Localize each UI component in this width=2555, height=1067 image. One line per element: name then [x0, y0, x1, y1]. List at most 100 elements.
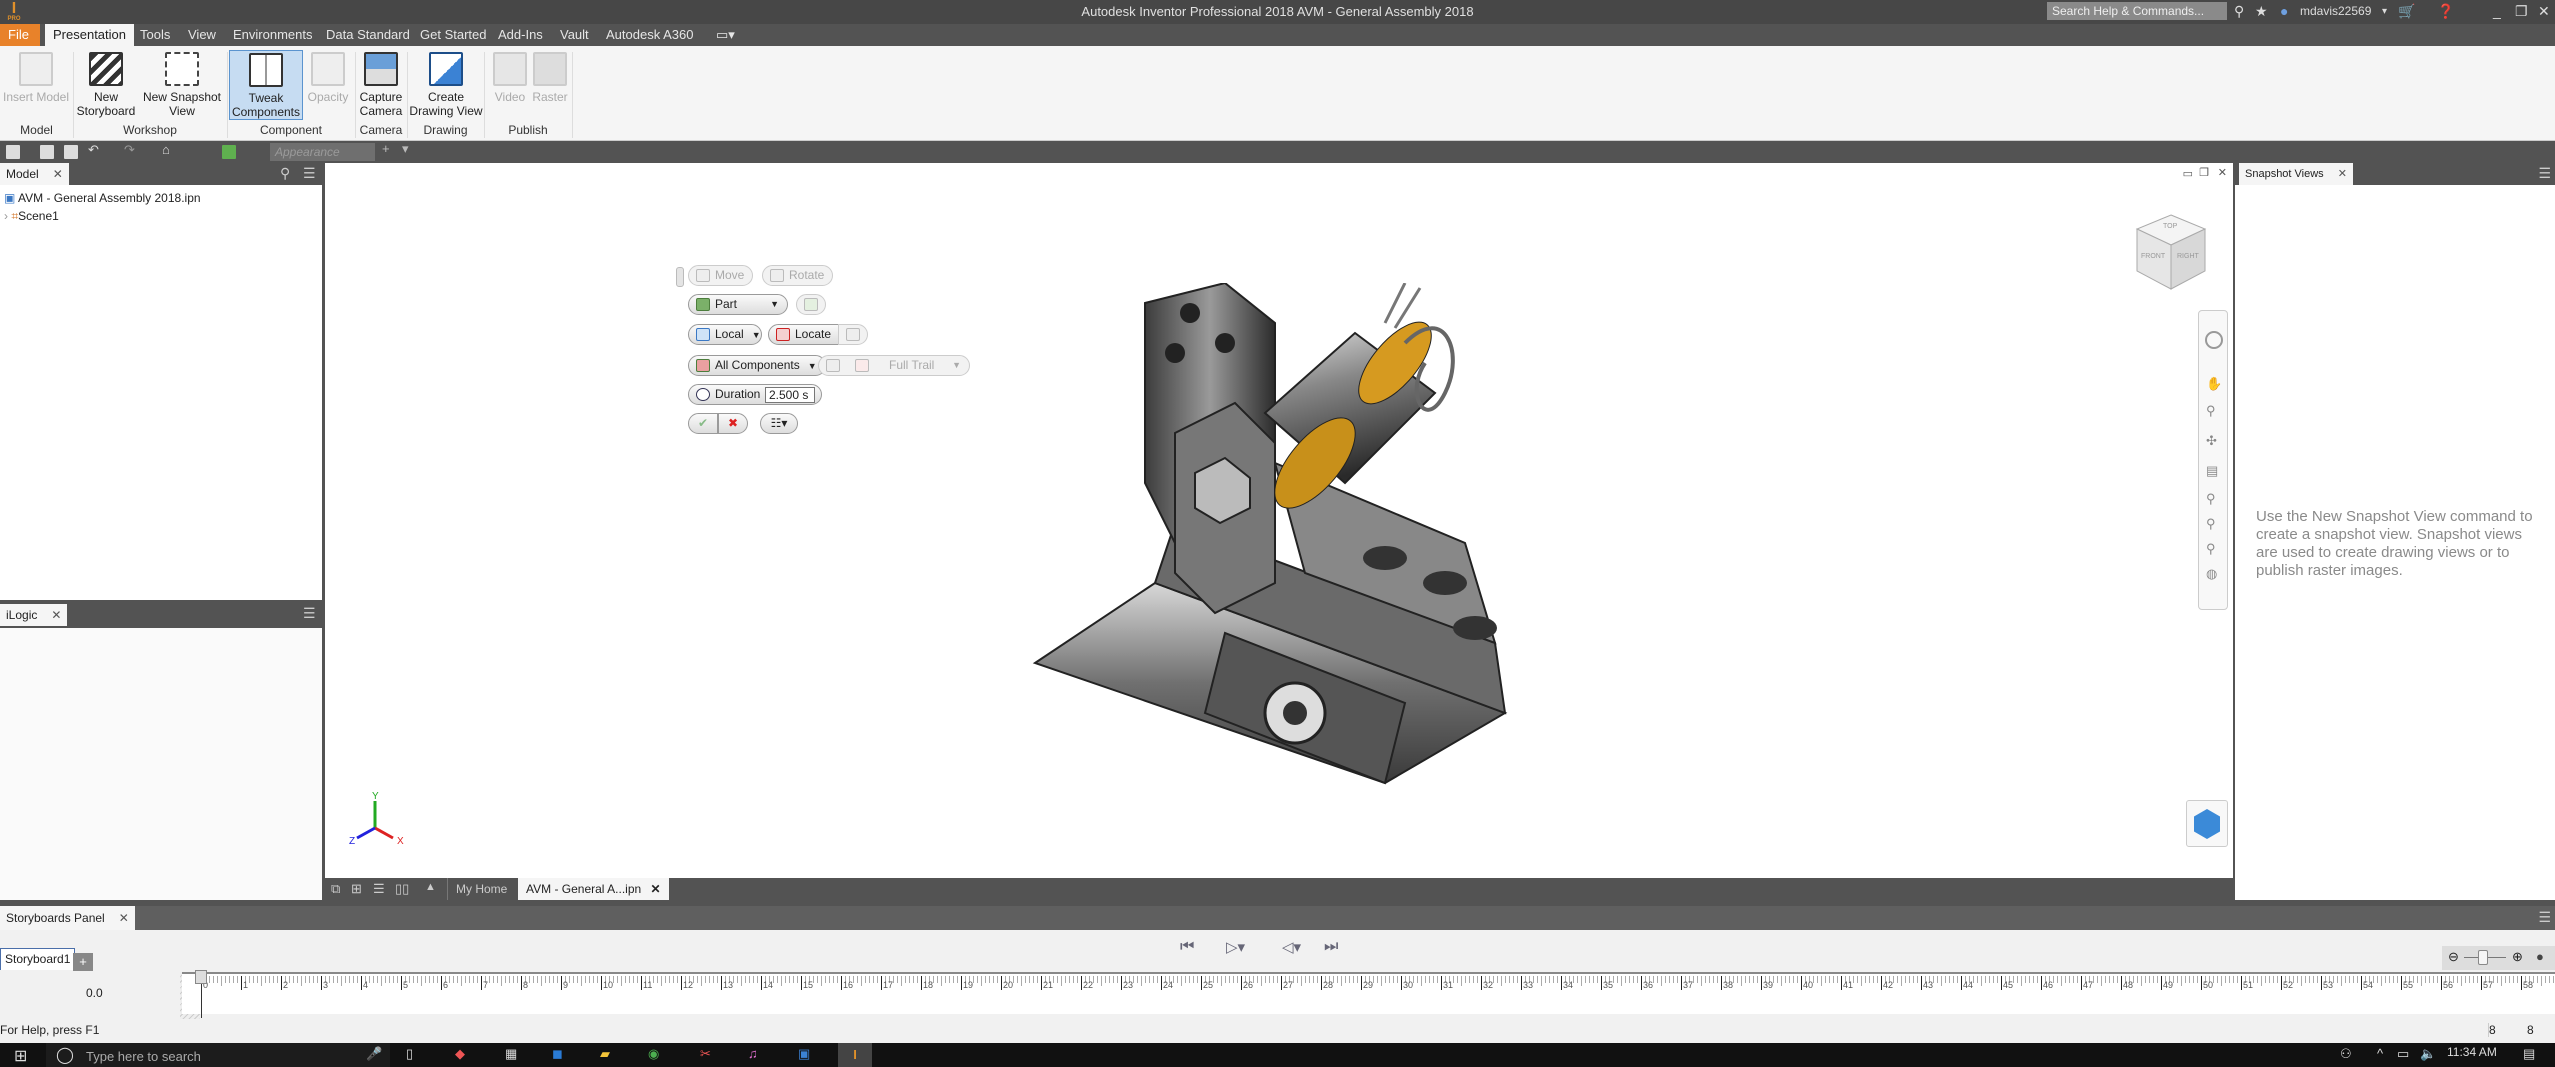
restore-icon[interactable]: ❐ — [2515, 3, 2528, 20]
tile-vertical-icon[interactable]: ▯▯ — [395, 881, 409, 897]
taskbar-search[interactable]: ◯ Type here to search 🎤 — [46, 1043, 390, 1067]
clock-time[interactable]: 11:34 AM — [2447, 1045, 2497, 1059]
user-icon[interactable]: ● — [2280, 3, 2288, 19]
network-icon[interactable]: ▭ — [2397, 1046, 2409, 1062]
menu-icon[interactable]: ☰ — [2538, 909, 2551, 926]
go-to-start-icon[interactable]: ⏮ — [1180, 938, 1194, 956]
cancel-button[interactable]: ✖ — [718, 413, 748, 434]
tab-storyboards-panel[interactable]: Storyboards Panel ✕ — [0, 906, 135, 930]
open-icon[interactable] — [40, 145, 54, 159]
rotate-button[interactable]: Rotate — [762, 265, 834, 286]
tab-storyboard1[interactable]: Storyboard1 — [0, 948, 76, 970]
capture-camera-button[interactable]: Capture Camera — [357, 50, 405, 120]
tab-presentation[interactable]: Presentation — [45, 24, 134, 46]
close-icon[interactable]: ✕ — [51, 608, 61, 622]
appearance-dropdown[interactable]: Appearance — [270, 143, 375, 161]
move-button[interactable]: Move — [688, 265, 754, 286]
help-icon[interactable]: ❓ — [2437, 3, 2454, 20]
insert-model-button[interactable]: Insert Model — [2, 50, 70, 120]
free-orbit-icon[interactable]: ◍ — [2206, 566, 2217, 582]
file-explorer-icon[interactable]: ▰ — [600, 1046, 610, 1062]
cart-icon[interactable]: 🛒 — [2398, 3, 2415, 20]
save-icon[interactable] — [64, 145, 78, 159]
tab-autodesk-a360[interactable]: Autodesk A360 — [598, 24, 701, 46]
star-icon[interactable]: ★ — [2255, 3, 2268, 20]
help-search-input[interactable]: Search Help & Commands... — [2047, 2, 2227, 20]
look-at-icon[interactable]: ▤ — [2206, 463, 2218, 479]
add-storyboard-button[interactable]: + — [73, 953, 93, 971]
tab-tools[interactable]: Tools — [132, 24, 178, 46]
tab-get-started[interactable]: Get Started — [412, 24, 494, 46]
app-icon[interactable]: ◆ — [455, 1046, 465, 1062]
plus-icon[interactable]: + — [382, 141, 396, 156]
minimize-icon[interactable]: _ — [2493, 3, 2501, 19]
viewcube-front[interactable]: FRONT — [2141, 253, 2165, 260]
new-storyboard-button[interactable]: New Storyboard — [76, 50, 136, 120]
tile-windows-icon[interactable]: ⊞ — [351, 881, 362, 897]
tab-vault[interactable]: Vault — [552, 24, 597, 46]
orbit-icon[interactable]: ✣ — [2206, 433, 2217, 449]
ok-button[interactable]: ✔ — [688, 413, 718, 434]
new-file-icon[interactable] — [6, 145, 20, 159]
opacity-button[interactable]: Opacity — [305, 50, 351, 120]
calculator-icon[interactable]: ▦ — [505, 1046, 517, 1062]
close-icon[interactable]: ✕ — [119, 911, 129, 925]
coordinate-system-dropdown[interactable]: Local ▼ — [688, 324, 762, 345]
play-reverse-icon[interactable]: ◁▾ — [1282, 938, 1301, 956]
tab-view[interactable]: View — [180, 24, 224, 46]
zoom-selected-icon[interactable]: ⚲ — [2206, 541, 2216, 557]
material-icon[interactable] — [222, 145, 236, 159]
timeline-ruler[interactable]: 0 1 2 3 4 5 6 7 8 9 10 11 12 13 14 15 16 17 18 19 20 21 22 23 24… — [182, 972, 2555, 1014]
create-drawing-view-button[interactable]: Create Drawing View — [409, 50, 483, 120]
close-icon[interactable]: ✕ — [2538, 3, 2550, 20]
browser-item-scene1[interactable]: › ⌗Scene1 — [4, 209, 59, 224]
people-icon[interactable]: ⚇ — [2340, 1046, 2352, 1062]
steering-wheel-icon[interactable] — [2205, 331, 2223, 349]
zoom-in-icon[interactable]: ⊕ — [2512, 949, 2523, 965]
tweak-components-button[interactable]: Tweak Components — [229, 50, 303, 120]
locate-button[interactable]: Locate — [768, 324, 841, 345]
timeline-options-icon[interactable]: ● — [2536, 949, 2544, 964]
tab-model[interactable]: Model ✕ — [0, 163, 69, 185]
tab-my-home[interactable]: My Home — [447, 878, 515, 900]
menu-icon[interactable]: ☰ — [303, 165, 316, 182]
chrome-icon[interactable]: ◉ — [648, 1046, 659, 1062]
customize-icon[interactable]: ▾ — [402, 141, 416, 156]
tab-add-ins[interactable]: Add-Ins — [490, 24, 551, 46]
video-button[interactable]: Video — [490, 50, 530, 120]
ribbon-display-options-icon[interactable]: ▭▾ — [708, 24, 743, 46]
expand-icon[interactable]: › — [4, 209, 8, 223]
zoom-out-icon[interactable]: ⊖ — [2448, 949, 2459, 965]
undo-icon[interactable]: ↶ — [88, 142, 102, 157]
zoom-slider-thumb[interactable] — [2478, 950, 2488, 965]
redo-icon[interactable]: ↷ — [124, 142, 138, 157]
tab-ilogic[interactable]: iLogic ✕ — [0, 604, 68, 626]
viewcube-right[interactable]: RIGHT — [2177, 253, 2199, 260]
satellite-icon[interactable]: ⚲ — [2234, 3, 2244, 20]
pan-icon[interactable]: ✋ — [2206, 376, 2222, 392]
cascade-windows-icon[interactable]: ⧉ — [331, 881, 340, 897]
share-button[interactable] — [2186, 800, 2228, 847]
close-icon[interactable]: ✕ — [53, 167, 63, 181]
viewcube-top[interactable]: TOP — [2163, 223, 2177, 230]
home-icon[interactable]: ⌂ — [162, 142, 176, 157]
play-forward-icon[interactable]: ▷▾ — [1226, 938, 1245, 956]
search-icon[interactable]: ⚲ — [280, 165, 290, 182]
zoom-all-icon[interactable]: ⚲ — [2206, 491, 2216, 507]
go-to-end-icon[interactable]: ⏭ — [1324, 938, 1338, 956]
trail-dropdown[interactable]: Full Trail ▼ — [818, 355, 970, 376]
graphics-viewport[interactable]: ▭ ❐ ✕ Move Rotate Part ▼ Local ▼ Locate Al… — [325, 163, 2233, 878]
menu-icon[interactable]: ☰ — [2538, 165, 2551, 182]
app-window-icon[interactable]: ▣ — [798, 1046, 810, 1062]
viewport-minimize-icon[interactable]: ▭ — [2183, 167, 2193, 180]
viewport-close-icon[interactable]: ✕ — [2218, 166, 2227, 179]
task-view-icon[interactable]: ▯ — [406, 1046, 413, 1062]
raster-button[interactable]: Raster — [530, 50, 570, 120]
playhead[interactable] — [195, 970, 207, 984]
close-icon[interactable]: ✕ — [651, 882, 661, 896]
edit-tweak-button[interactable] — [796, 294, 826, 315]
viewport-restore-icon[interactable]: ❐ — [2199, 166, 2209, 179]
volume-icon[interactable]: 🔈 — [2420, 1046, 2436, 1062]
tile-horizontal-icon[interactable]: ☰ — [373, 881, 385, 897]
tab-snapshot-views[interactable]: Snapshot Views ✕ — [2239, 163, 2353, 185]
